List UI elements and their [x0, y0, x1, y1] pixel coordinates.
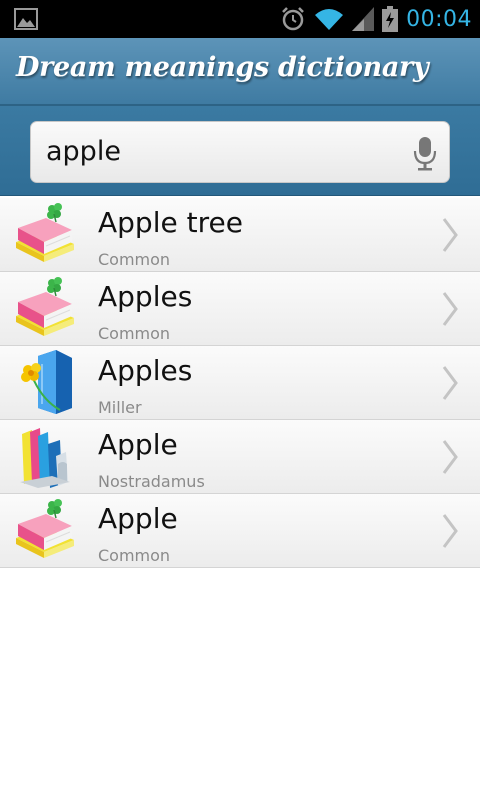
- result-source: Common: [98, 324, 171, 343]
- pink-book-clover-icon: [16, 203, 74, 262]
- blue-book-flower-icon: [21, 350, 72, 414]
- chevron-right-icon: [442, 514, 458, 548]
- search-input[interactable]: apple: [30, 121, 450, 183]
- list-item[interactable]: Apples Common: [0, 272, 480, 346]
- list-item[interactable]: Apples Miller: [0, 346, 480, 420]
- pink-book-clover-icon: [16, 277, 74, 336]
- app-title: Dream meanings dictionary: [16, 52, 429, 83]
- gallery-icon: [14, 8, 38, 30]
- result-source: Common: [98, 250, 171, 269]
- result-source: Nostradamus: [98, 472, 205, 491]
- chevron-right-icon: [442, 366, 458, 400]
- list-item[interactable]: Apple Common: [0, 494, 480, 568]
- signal-icon: [352, 7, 375, 31]
- pink-book-clover-icon: [16, 499, 74, 558]
- book-stack-icon: [20, 428, 70, 488]
- list-item[interactable]: Apple tree Common: [0, 198, 480, 272]
- status-bar: 00:04: [0, 0, 480, 38]
- result-title: Apple: [98, 428, 178, 461]
- result-title: Apples: [98, 280, 193, 313]
- result-title: Apples: [98, 354, 193, 387]
- list-item[interactable]: Apple Nostradamus: [0, 420, 480, 494]
- search-area: apple: [0, 106, 480, 196]
- result-title: Apple: [98, 502, 178, 535]
- wifi-icon: [315, 9, 344, 30]
- alarm-icon: [282, 7, 304, 31]
- chevron-right-icon: [442, 218, 458, 252]
- search-input-value[interactable]: apple: [46, 136, 121, 167]
- result-source: Miller: [98, 398, 142, 417]
- battery-charging-icon: [382, 6, 399, 32]
- results-list: Apple tree Common Apples Common Apples M…: [0, 198, 480, 568]
- microphone-icon[interactable]: [413, 135, 437, 171]
- status-clock: 00:04: [406, 6, 472, 32]
- result-source: Common: [98, 546, 171, 565]
- result-title: Apple tree: [98, 206, 243, 239]
- chevron-right-icon: [442, 440, 458, 474]
- chevron-right-icon: [442, 292, 458, 326]
- app-header: Dream meanings dictionary: [0, 38, 480, 106]
